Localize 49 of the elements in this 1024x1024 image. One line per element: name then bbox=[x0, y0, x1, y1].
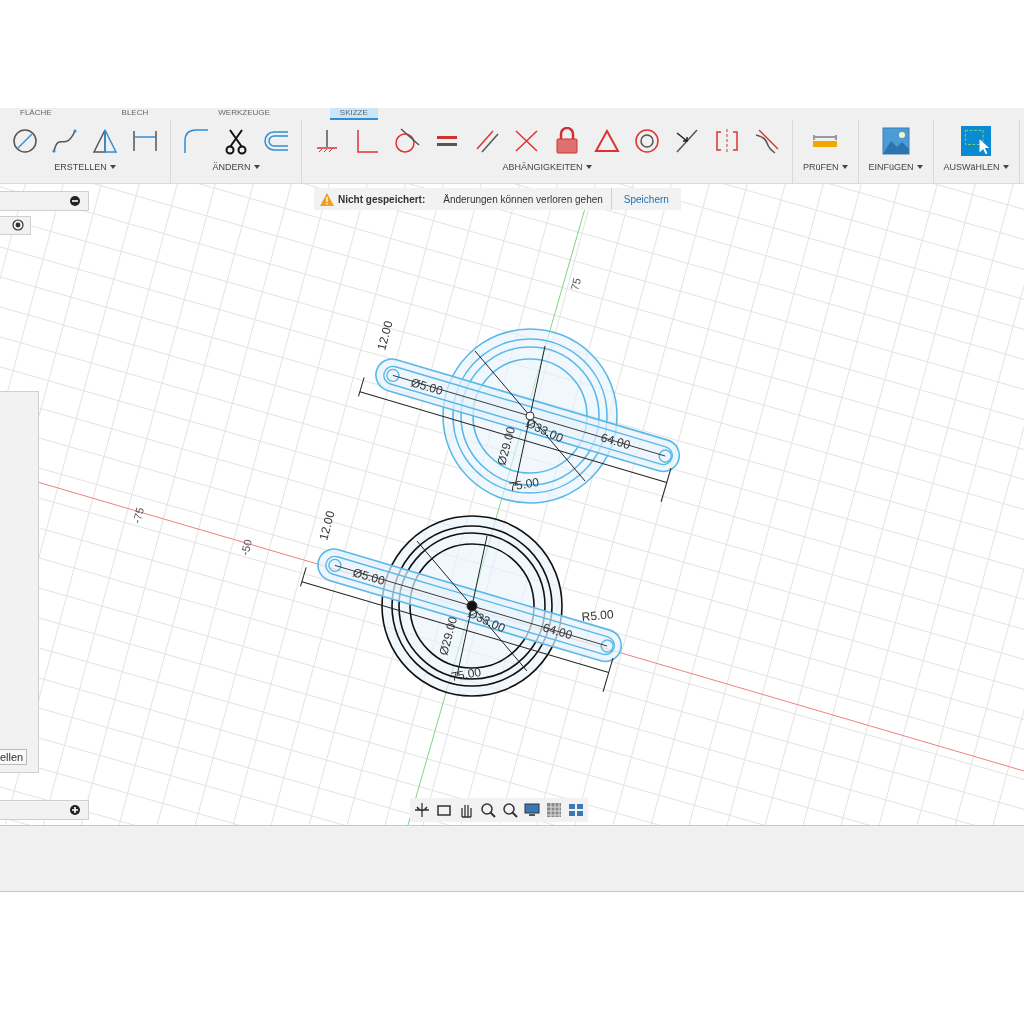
notification-message: Änderungen können verloren gehen bbox=[442, 193, 604, 205]
radio-icon[interactable] bbox=[12, 219, 24, 231]
workspace-tab[interactable]: BLECH bbox=[111, 108, 159, 120]
browser-row[interactable] bbox=[0, 216, 31, 235]
dimension-label[interactable]: 75.00 bbox=[508, 474, 541, 494]
toolbar-group-menu[interactable]: ÄNDERN bbox=[212, 162, 260, 172]
toolbar-group-menu[interactable]: AUSWäHLEN bbox=[943, 162, 1009, 172]
caret-icon bbox=[253, 165, 260, 169]
image-icon[interactable] bbox=[880, 126, 911, 156]
workspace-tab[interactable]: FLÄCHE bbox=[10, 108, 62, 120]
concentric-icon[interactable] bbox=[632, 126, 662, 156]
caret-icon bbox=[841, 165, 848, 169]
axis-label: 75 bbox=[568, 276, 584, 292]
dimension-label[interactable]: R5.00 bbox=[581, 607, 615, 624]
select-icon[interactable] bbox=[961, 126, 992, 156]
caret-icon bbox=[916, 165, 923, 169]
dimension-label[interactable]: 12.00 bbox=[374, 319, 396, 352]
toolbar-group-menu[interactable]: EINFüGEN bbox=[868, 162, 923, 172]
dimension-label[interactable]: 64.00 bbox=[541, 620, 574, 643]
zoom-window-icon[interactable] bbox=[502, 802, 518, 818]
expand-icon[interactable] bbox=[70, 805, 80, 815]
axis-label: -50 bbox=[238, 538, 255, 557]
warning-icon bbox=[320, 192, 334, 206]
orbit-icon[interactable] bbox=[414, 802, 430, 818]
caret-icon bbox=[585, 165, 592, 169]
dimension-label[interactable]: 12.00 bbox=[316, 509, 338, 542]
dimension-label[interactable]: Ø29.00 bbox=[436, 615, 461, 657]
dimension-label[interactable]: 64.00 bbox=[599, 430, 632, 453]
collapse-icon[interactable] bbox=[70, 196, 80, 206]
tangent-icon[interactable] bbox=[392, 126, 422, 156]
viewports-icon[interactable] bbox=[568, 802, 584, 818]
dimension-label[interactable]: 75.00 bbox=[450, 664, 483, 684]
notification-title: Nicht gespeichert: bbox=[337, 193, 426, 205]
caret-icon bbox=[109, 165, 116, 169]
dimension-label[interactable]: Ø5.00 bbox=[351, 565, 387, 588]
dimension-label[interactable]: Ø5.00 bbox=[409, 375, 445, 398]
toolbar-group-menu[interactable]: ABHÄNGIGKEITEN bbox=[502, 162, 592, 172]
caret-icon bbox=[1002, 165, 1009, 169]
toolbar-group-menu[interactable]: ERSTELLEN bbox=[54, 162, 116, 172]
dimension-label[interactable]: Ø29.00 bbox=[494, 425, 519, 467]
circle-tool-icon[interactable] bbox=[10, 126, 40, 156]
toolbar-group-menu[interactable]: PRüFEN bbox=[803, 162, 848, 172]
workspace-tab[interactable]: WERKZEUGE bbox=[208, 108, 280, 120]
zoom-icon[interactable] bbox=[480, 802, 496, 818]
panel-button[interactable]: ellen bbox=[0, 749, 28, 765]
grid-icon[interactable] bbox=[546, 802, 562, 818]
workspace-tab[interactable]: SKIZZE bbox=[329, 108, 378, 120]
display-icon[interactable] bbox=[524, 802, 540, 818]
axis-label: -75 bbox=[130, 506, 147, 525]
